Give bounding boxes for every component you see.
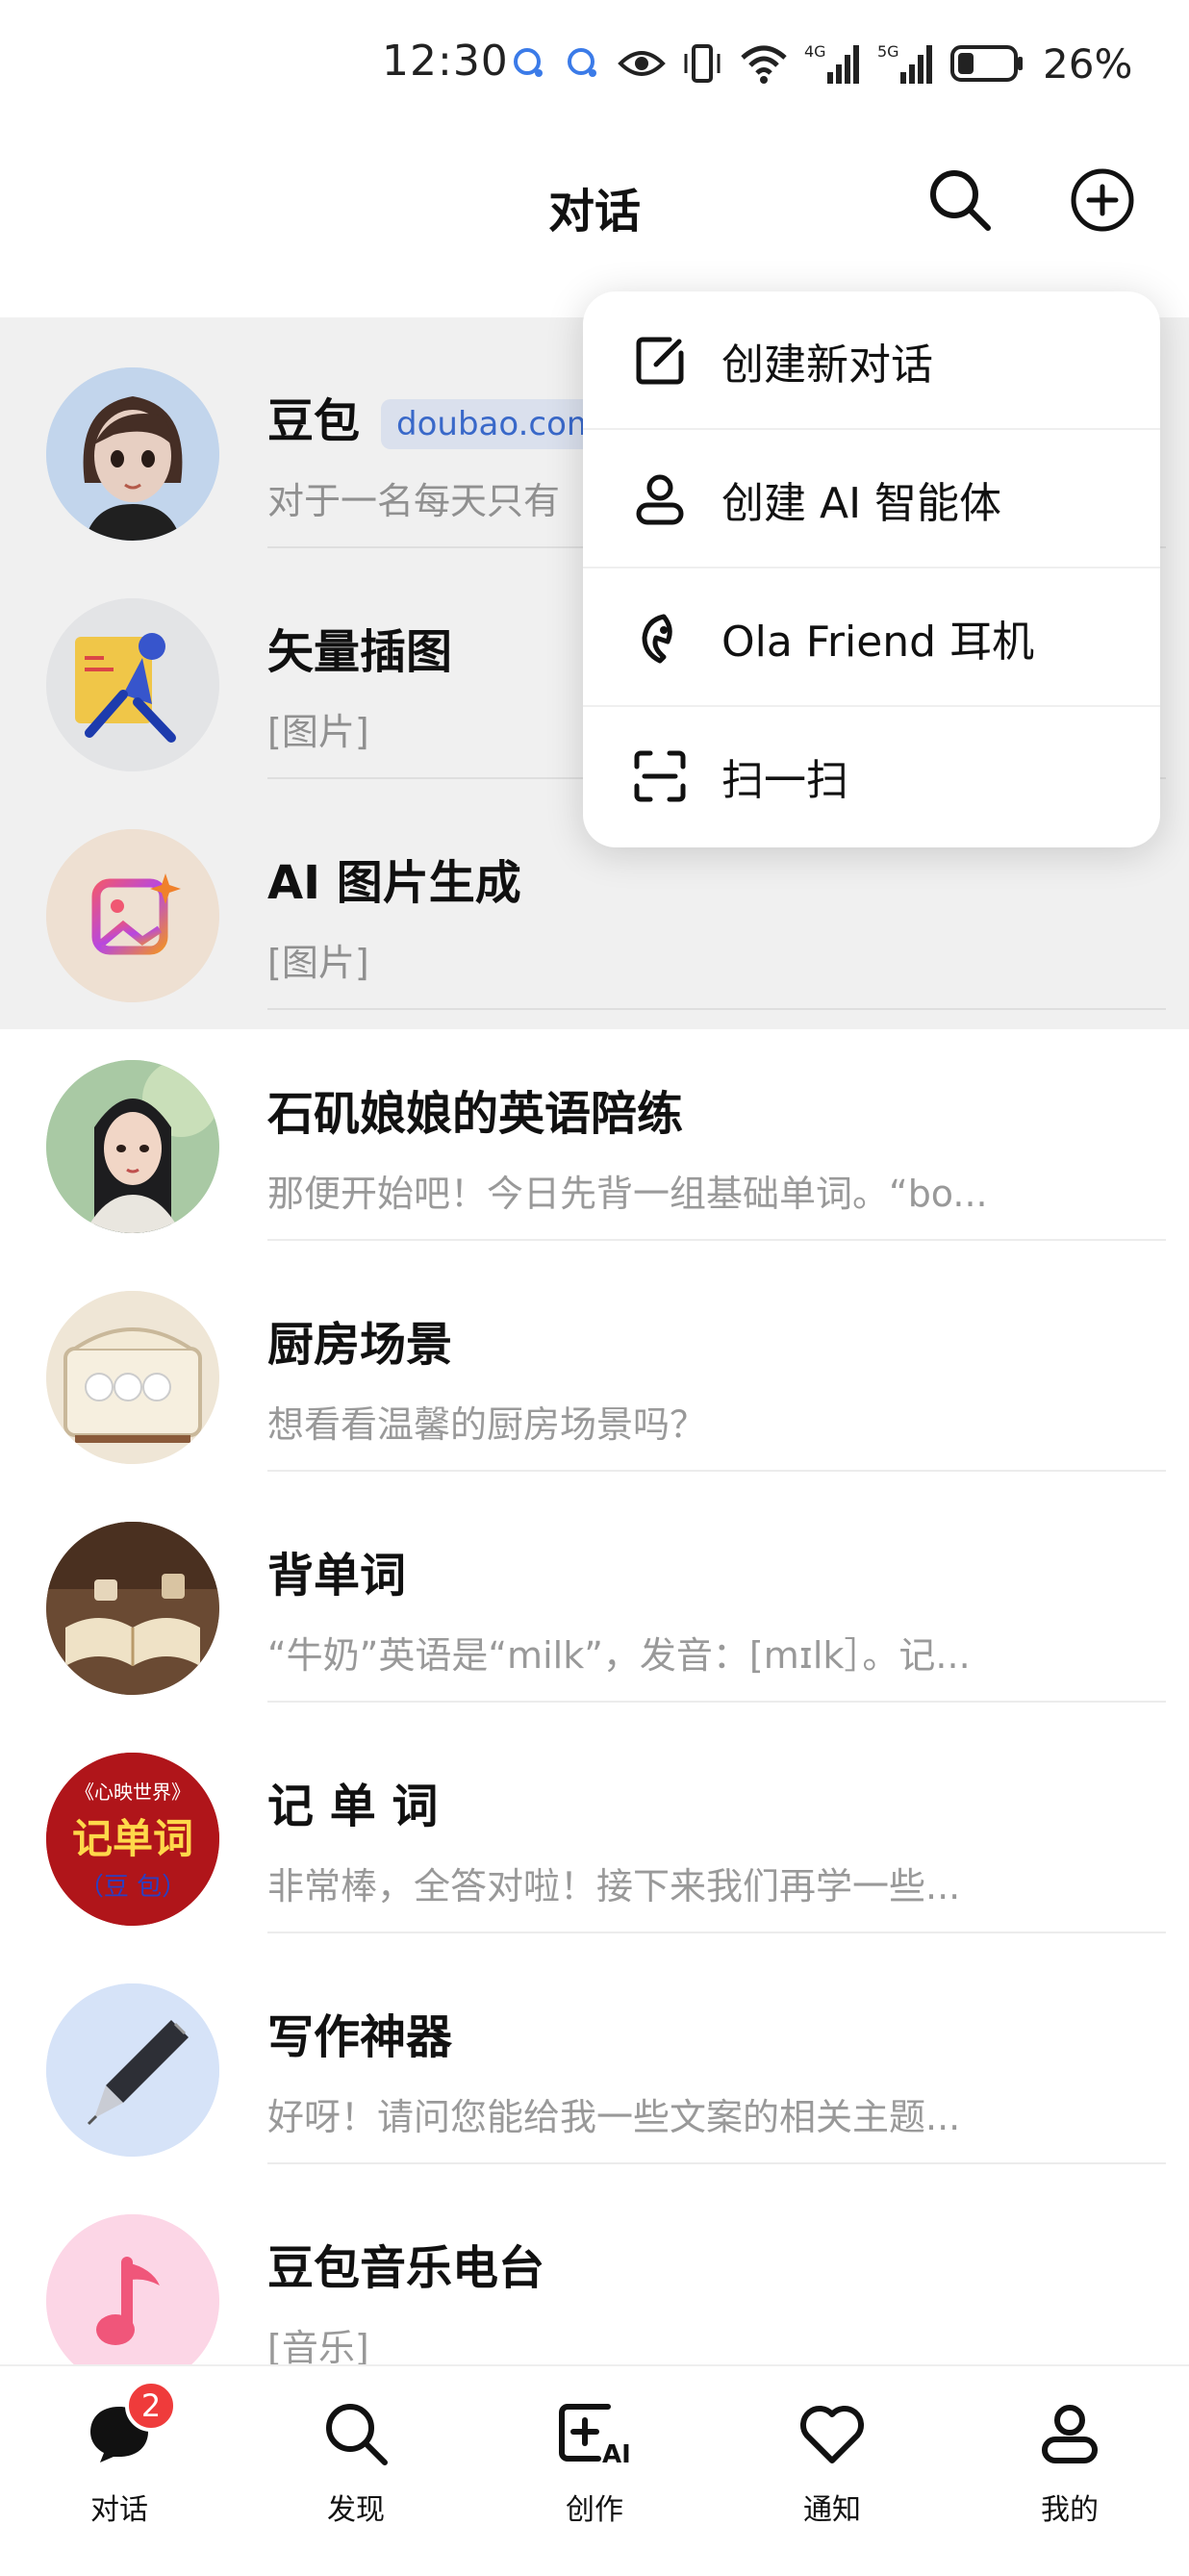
- bottom-nav: 2 对话 发现 AI 创作 通知 我的: [0, 2364, 1189, 2576]
- nav-label: 发现: [327, 2493, 385, 2527]
- menu-item-label: 扫一扫: [721, 756, 848, 805]
- nav-item-discover[interactable]: 发现: [279, 2395, 433, 2539]
- portrait-avatar: [46, 1060, 219, 1233]
- chat-preview: 好呀！请问您能给我一些文案的相关主题...: [267, 2096, 961, 2138]
- domain-tag: doubao.com: [381, 399, 614, 449]
- unread-badge: 2: [125, 2380, 177, 2432]
- menu-item-ola-friend[interactable]: Ola Friend 耳机: [583, 568, 1160, 707]
- nav-label: 我的: [1041, 2493, 1099, 2527]
- nav-label: 对话: [90, 2493, 148, 2527]
- app-header: 对话: [0, 125, 1189, 317]
- scan-icon: [629, 745, 691, 807]
- chat-name: 写作神器: [267, 2010, 453, 2064]
- avatar-text-top: 《心映世界》: [75, 1780, 190, 1804]
- menu-item-label: 创建 AI 智能体: [721, 479, 1002, 528]
- avatar-text-main: 记单词: [72, 1815, 193, 1862]
- signal-5g-icon: 5G: [877, 41, 935, 86]
- battery-icon: [950, 44, 1024, 83]
- chat-name: 矢量插图: [267, 625, 453, 679]
- svg-text:4G: 4G: [804, 42, 826, 61]
- heart-icon: [794, 2395, 871, 2472]
- battery-percent: 26%: [1043, 39, 1133, 88]
- status-time: 12:30: [382, 37, 509, 86]
- chat-row[interactable]: 石矶娘娘的英语陪练 那便开始吧！今日先背一组基础单词。“bo...: [0, 1010, 1189, 1241]
- chat-row[interactable]: 厨房场景 想看看温馨的厨房场景吗？: [0, 1241, 1189, 1472]
- chat-preview: 想看看温馨的厨房场景吗？: [267, 1403, 707, 1446]
- menu-item-label: 创建新对话: [721, 341, 933, 390]
- add-menu: 创建新对话 创建 AI 智能体 Ola Friend 耳机 扫一扫: [583, 291, 1160, 847]
- status-icons: 4G 5G 26%: [510, 35, 1132, 92]
- search-button[interactable]: [922, 164, 999, 240]
- chat-icon: 2: [81, 2380, 177, 2472]
- create-ai-text: AI: [602, 2440, 631, 2468]
- chat-name: 豆包音乐电台: [267, 2241, 545, 2295]
- chat-row[interactable]: 背单词 “牛奶”英语是“milk”，发音：[mɪlk］。记...: [0, 1472, 1189, 1703]
- doubao-avatar: [46, 367, 219, 541]
- svg-text:5G: 5G: [877, 42, 899, 61]
- signal-4g-icon: 4G: [804, 41, 862, 86]
- chat-preview: [音乐]: [267, 2327, 369, 2366]
- menu-item-new-chat[interactable]: 创建新对话: [583, 291, 1160, 430]
- person-icon: [629, 468, 691, 530]
- menu-item-create-agent[interactable]: 创建 AI 智能体: [583, 430, 1160, 568]
- plus-circle-icon: [1069, 166, 1136, 238]
- chat-name: AI 图片生成: [267, 856, 521, 910]
- menu-item-label: Ola Friend 耳机: [721, 618, 1035, 667]
- menu-item-scan[interactable]: 扫一扫: [583, 707, 1160, 846]
- nav-label: 通知: [803, 2493, 861, 2527]
- nav-item-chat[interactable]: 2 对话: [42, 2380, 196, 2539]
- status-bar: 12:30 4G 5G 26%: [0, 0, 1189, 125]
- chat-preview: 那便开始吧！今日先背一组基础单词。“bo...: [267, 1173, 988, 1215]
- nav-item-profile[interactable]: 我的: [993, 2395, 1147, 2539]
- vector-illustration-avatar: [46, 598, 219, 771]
- chat-bubble-icon: [510, 44, 548, 83]
- chat-name: 背单词: [267, 1549, 407, 1603]
- earphone-icon: [629, 607, 691, 669]
- wifi-icon: [739, 42, 789, 85]
- chat-name: 豆包 doubao.com: [267, 383, 614, 450]
- edit-icon: [629, 330, 691, 391]
- chat-bubble-icon: [564, 44, 602, 83]
- search-icon: [317, 2395, 394, 2472]
- music-avatar: [46, 2214, 219, 2366]
- chat-name: 厨房场景: [267, 1318, 453, 1372]
- avatar-text-bottom: （豆 包）: [79, 1873, 187, 1902]
- chat-preview: “牛奶”英语是“milk”，发音：[mɪlk］。记...: [267, 1634, 971, 1677]
- chat-preview: 非常棒，全答对啦！接下来我们再学一些...: [267, 1865, 961, 1907]
- kitchen-avatar: [46, 1291, 219, 1464]
- add-button[interactable]: [1064, 164, 1141, 240]
- page-title: 对话: [547, 185, 641, 239]
- ai-image-avatar: [46, 829, 219, 1002]
- chat-preview: [图片]: [267, 942, 369, 984]
- vibrate-icon: [681, 42, 723, 85]
- chat-name: 记 单 词: [267, 1780, 439, 1833]
- word-avatar: 《心映世界》 记单词 （豆 包）: [46, 1753, 219, 1926]
- profile-icon: [1031, 2395, 1108, 2472]
- book-avatar: [46, 1522, 219, 1695]
- chat-row[interactable]: 写作神器 好呀！请问您能给我一些文案的相关主题...: [0, 1933, 1189, 2164]
- nav-item-create[interactable]: AI 创作: [518, 2395, 671, 2539]
- nav-label: 创作: [566, 2493, 623, 2527]
- search-icon: [926, 166, 994, 238]
- chat-row[interactable]: 《心映世界》 记单词 （豆 包） 记 单 词 非常棒，全答对啦！接下来我们再学一…: [0, 1703, 1189, 1933]
- chat-name: 石矶娘娘的英语陪练: [267, 1087, 684, 1141]
- pen-avatar: [46, 1983, 219, 2157]
- create-ai-icon: AI: [556, 2395, 633, 2472]
- eye-icon: [618, 44, 666, 83]
- chat-row[interactable]: 豆包音乐电台 [音乐]: [0, 2164, 1189, 2366]
- nav-item-notifications[interactable]: 通知: [755, 2395, 909, 2539]
